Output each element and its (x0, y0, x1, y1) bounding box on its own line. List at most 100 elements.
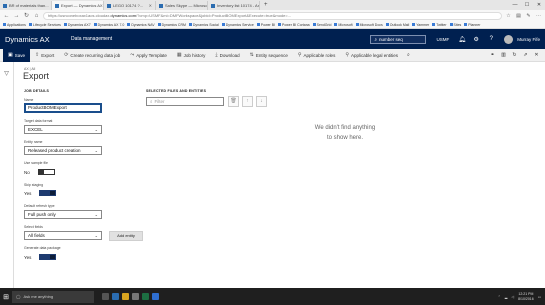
bookmark-icon (464, 23, 468, 26)
tab-favicon-icon (159, 3, 163, 8)
name-label: Name (24, 98, 34, 102)
avatar[interactable] (504, 34, 514, 44)
bookmark-item[interactable]: Microsoft Docs (355, 23, 383, 27)
task-view-icon[interactable] (102, 293, 109, 300)
app-brand[interactable]: Dynamics AX (5, 35, 65, 44)
delete-entity-button[interactable]: 🗑︎ (228, 96, 239, 107)
more-icon[interactable]: ⋯ (535, 13, 542, 19)
name-field[interactable]: ProductBOMExport (24, 103, 102, 113)
roles-icon: ⚲ (297, 52, 302, 58)
office-icon[interactable]: ▥ (498, 52, 509, 58)
move-up-button[interactable]: ↑ (242, 96, 253, 107)
default-refresh-type-select[interactable]: Full push only ⌄ (24, 210, 102, 219)
refresh-icon[interactable]: ↻ (23, 12, 30, 19)
bookmark-item[interactable]: Dynamics CRM (157, 23, 186, 27)
close-window-icon[interactable]: ✕ (533, 1, 545, 10)
bookmark-item[interactable]: Dynamics AX7 (63, 23, 91, 27)
bell-icon[interactable]: 🔔︎ (458, 36, 466, 43)
share-icon[interactable]: ✎ (525, 13, 532, 19)
volume-icon[interactable]: ◁ (511, 295, 514, 299)
filter-icon[interactable]: ▽ (0, 70, 13, 77)
close-tab-icon[interactable]: ✕ (149, 1, 152, 10)
browser-tab[interactable]: LEGO 10174 ?... ✕ (104, 1, 156, 10)
move-down-button[interactable]: ↓ (256, 96, 267, 107)
bookmark-item[interactable]: SendGrid (312, 23, 331, 27)
bookmark-item[interactable]: Applications (3, 23, 26, 27)
edge-browser-icon[interactable] (112, 293, 119, 300)
add-entity-button[interactable]: Add entity (109, 231, 143, 241)
bookmark-item[interactable]: Dynamics NAV (127, 23, 155, 27)
store-icon[interactable] (132, 293, 139, 300)
entity-sequence-button[interactable]: ⇅ Entity sequence (245, 49, 293, 62)
module-breadcrumb[interactable]: Data management (71, 36, 112, 42)
browser-tab-active[interactable]: Export — Dynamics AX✕ (52, 1, 104, 10)
skip-staging-toggle[interactable] (39, 190, 57, 196)
download-button[interactable]: ⤓ Download (210, 49, 244, 62)
chevron-up-icon[interactable]: ⌃ (498, 295, 501, 299)
generate-data-package-toggle[interactable] (39, 254, 57, 260)
entity-filter-input[interactable]: ⌕ Filter (146, 97, 224, 106)
extensions-icon[interactable]: ▤ (515, 13, 522, 19)
maximize-icon[interactable]: ☐ (521, 1, 533, 10)
browser-tab[interactable]: BR of materials than...✕ (0, 1, 52, 10)
browser-tab-strip: BR of materials than...✕ Export — Dynami… (0, 0, 545, 10)
windows-start-icon[interactable]: ⊞ (0, 293, 12, 301)
select-fields-select[interactable]: All fields ⌄ (24, 231, 102, 240)
applicable-roles-button[interactable]: ⚲ Applicable roles (293, 49, 340, 62)
link-icon[interactable]: ⚭ (487, 52, 498, 58)
bookmark-item[interactable]: Sites (449, 23, 461, 27)
user-name[interactable]: Murray Fife (517, 37, 540, 42)
job-history-button[interactable]: ▦ Job history (172, 49, 211, 62)
excel-icon[interactable] (142, 293, 149, 300)
use-sample-file-toggle[interactable] (37, 169, 55, 175)
star-icon[interactable]: ☆ (505, 13, 512, 19)
bookmark-item[interactable]: Yammer (412, 23, 429, 27)
bookmark-item[interactable]: Microsoft (334, 23, 353, 27)
applicable-legal-entities-button[interactable]: ⚲ Applicable legal entities (340, 49, 403, 62)
target-data-format-select[interactable]: EXCEL ⌄ (24, 125, 102, 134)
bookmark-item[interactable]: Power BI (256, 23, 275, 27)
chevron-down-icon: ⌄ (94, 127, 98, 132)
bookmark-item[interactable]: Power BI Cortana (278, 23, 310, 27)
global-search-text: number seq (379, 36, 403, 42)
new-tab-button[interactable]: + (260, 1, 272, 10)
file-explorer-icon[interactable] (122, 293, 129, 300)
taskbar-clock[interactable]: 12:21 PM 8/10/2016 (518, 292, 534, 301)
apply-template-button[interactable]: ⤳ Apply Template (125, 49, 172, 62)
browser-tab[interactable]: Inventory list 10174 - Ange...✕ (208, 1, 260, 10)
minimize-icon[interactable]: — (509, 1, 521, 10)
bookmark-item[interactable]: Twitter (432, 23, 447, 27)
global-search-box[interactable]: ⌕ number seq (370, 34, 427, 44)
company-picker[interactable]: USMF (436, 37, 449, 42)
action-pane: ▣ Save ⇪ Export ⟳ Create recurring data job… (0, 48, 545, 62)
export-button[interactable]: ⇪ Export (30, 49, 59, 62)
bookmark-item[interactable]: Planner (464, 23, 480, 27)
bookmark-item[interactable]: Dynamics Social (188, 23, 219, 27)
refresh-page-icon[interactable]: ↻ (509, 52, 520, 58)
network-icon[interactable]: ▂ (505, 295, 508, 299)
create-recurring-data-job-button[interactable]: ⟳ Create recurring data job (59, 49, 125, 62)
bookmark-item[interactable]: Dynamics Service (221, 23, 254, 27)
close-page-icon[interactable]: ✕ (531, 52, 542, 58)
toggle-knob (50, 255, 56, 259)
notifications-icon[interactable]: ▭ (538, 295, 541, 299)
entity-name-select[interactable]: Released product creation ⌄ (24, 146, 102, 155)
gear-icon[interactable]: ⚙ (473, 36, 479, 43)
taskbar-search-box[interactable]: ◯ Ask me anything (12, 290, 94, 303)
bookmark-item[interactable]: Lifecycle Services (28, 23, 61, 27)
bookmark-item[interactable]: Outlook Mail (385, 23, 409, 27)
url-field[interactable]: https://usnconeboxax1aos.cloudax.dynamic… (43, 11, 502, 20)
home-icon[interactable]: ⌂ (33, 13, 40, 19)
app-icon[interactable] (152, 293, 159, 300)
forward-icon[interactable]: → (13, 13, 20, 19)
help-icon[interactable]: ? (488, 36, 494, 42)
bookmark-icon (93, 23, 97, 26)
action-search-icon[interactable]: ⌕ (403, 52, 414, 58)
tab-title: LEGO 10174 ?... (113, 3, 144, 8)
open-new-window-icon[interactable]: ⇗ (520, 52, 531, 58)
search-icon: ⌕ (150, 99, 153, 104)
browser-tab[interactable]: Sales Skype — Microsoft...✕ (156, 1, 208, 10)
back-icon[interactable]: ← (3, 13, 10, 19)
bookmark-item[interactable]: Dynamics AX 7.0 (93, 23, 124, 27)
save-button[interactable]: ▣ Save (3, 48, 30, 62)
